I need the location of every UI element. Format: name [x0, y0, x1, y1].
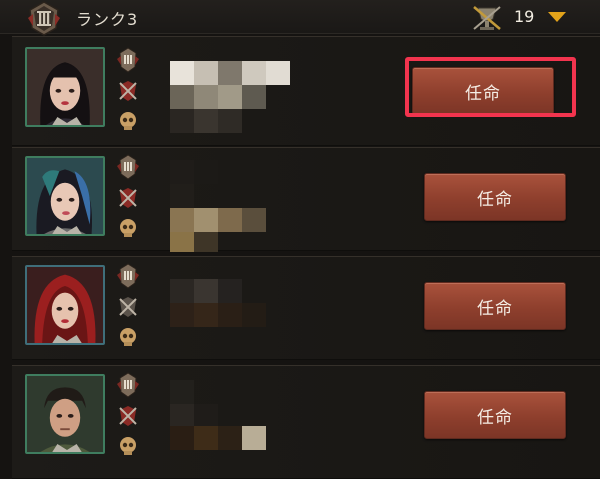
- avatar[interactable]: [25, 374, 105, 454]
- chalice-icon: [473, 6, 501, 30]
- rank-count: 19: [514, 7, 535, 26]
- status-icons: [116, 263, 140, 359]
- appoint-button[interactable]: 任命: [424, 391, 566, 439]
- avatar[interactable]: [25, 265, 105, 345]
- appoint-button-label: 任命: [477, 189, 513, 210]
- medal-icon: [117, 154, 139, 180]
- highlight-box: [405, 57, 576, 117]
- list-item: 任命: [12, 365, 600, 479]
- portrait-image: [27, 49, 103, 125]
- medal-icon: [117, 372, 139, 398]
- chevron-down-icon[interactable]: [548, 12, 566, 22]
- rank-title: ランク3: [76, 10, 139, 29]
- avatar[interactable]: [25, 156, 105, 236]
- list-item: 任命: [12, 256, 600, 360]
- crest-icon: [119, 406, 137, 426]
- appoint-button-label: 任命: [477, 407, 513, 428]
- avatar[interactable]: [25, 47, 105, 127]
- appoint-button-label: 任命: [477, 298, 513, 319]
- medal-icon: [117, 263, 139, 289]
- portrait-image: [27, 267, 103, 343]
- crest-icon: [119, 297, 137, 317]
- status-icons: [116, 47, 140, 143]
- rank-emblem-icon: [28, 1, 60, 36]
- portrait-image: [27, 376, 103, 452]
- appoint-button[interactable]: 任命: [424, 173, 566, 221]
- status-icons: [116, 372, 140, 468]
- skull-icon: [120, 112, 136, 130]
- appoint-button[interactable]: 任命: [424, 282, 566, 330]
- skull-icon: [120, 328, 136, 346]
- medal-icon: [117, 47, 139, 73]
- crest-icon: [119, 188, 137, 208]
- list-item: 任命: [12, 147, 600, 252]
- skull-icon: [120, 219, 136, 237]
- header-bar: ランク3 19: [0, 0, 600, 36]
- status-icons: [116, 154, 140, 250]
- crest-icon: [119, 81, 137, 101]
- portrait-image: [27, 158, 103, 234]
- skull-icon: [120, 437, 136, 455]
